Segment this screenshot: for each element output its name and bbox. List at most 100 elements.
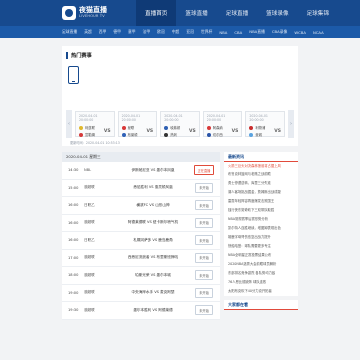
match-time: 18:00 [68, 273, 79, 278]
away-team: 切尔西 [212, 133, 223, 137]
team-logo-icon [164, 132, 169, 137]
match-status-button[interactable]: 未开始 [195, 200, 213, 211]
sidebar: 最新资讯 火箭三巨头对决森林狼谁将占据上风 布鲁克林篮网与老鹰之战前瞻 勇士惨遭逆转… [224, 152, 298, 320]
match-league[interactable]: 澳超联 [84, 220, 118, 225]
team-logo-icon [79, 132, 83, 137]
match-teams[interactable]: 阿德莱德联 VS 纽卡斯尔喷气机 [118, 220, 188, 225]
nav-item-football-highlights[interactable]: 足球集锦 [298, 0, 338, 26]
match-teams[interactable]: 西悉尼流浪者 VS 布里斯班狮吼 [118, 255, 188, 260]
carousel-next-icon[interactable]: › [288, 110, 294, 138]
match-schedule: 2020-04-01 星期三 14:30 NBL 伊斯帕尼亚 VS 墨尔本凤凰 正在直… [62, 152, 220, 320]
subnav-item[interactable]: NCAA [313, 30, 324, 35]
match-teams[interactable]: 横滨FC VS 山形山神 [118, 203, 188, 208]
news-item[interactable]: 凯尔特人连胜继续，塔图姆表现出色 [224, 225, 298, 234]
match-status-button[interactable]: 未开始 [195, 252, 213, 263]
match-league[interactable]: NBL [84, 168, 118, 172]
news-item[interactable]: 火箭三巨头对决森林狼谁将占据上风 [224, 162, 298, 171]
news-item[interactable]: 76人恩比德缺阵 球队连败 [224, 278, 298, 287]
subnav-item[interactable]: NBA [219, 30, 227, 35]
match-teams[interactable]: 珀斯光荣 VS 墨尔本城 [118, 273, 188, 278]
news-item[interactable]: NBA常规赛季后赛形势分析 [224, 216, 298, 225]
subnav-item[interactable]: 足球直播 [62, 29, 77, 35]
match-status-button[interactable]: 未开始 [195, 270, 213, 281]
table-row: 18:00 澳超联 珀斯光荣 VS 墨尔本城 未开始 [62, 267, 220, 285]
match-league[interactable]: 澳超联 [84, 185, 118, 190]
table-row: 17:00 澳超联 西悉尼流浪者 VS 布里斯班狮吼 未开始 [62, 250, 220, 267]
subnav-item[interactable]: 欧冠 [157, 29, 165, 35]
match-teams[interactable]: 中央海岸水手 VS 麦克阿瑟 [118, 290, 188, 295]
news-box: 最新资讯 火箭三巨头对决森林狼谁将占据上风 布鲁克林篮网与老鹰之战前瞻 勇士惨遭逆转… [224, 152, 298, 297]
hot-match-card[interactable]: 2020-04-01 20:00:00 阿森纳 切尔西 VS [202, 111, 243, 137]
hot-matches-title: 热门赛事 [71, 53, 92, 59]
match-status-button[interactable]: 未开始 [195, 287, 213, 298]
match-status-button[interactable]: 正在直播 [193, 165, 215, 176]
news-item[interactable]: 快船哈登：球队需要更多专注 [224, 243, 298, 252]
match-status-button[interactable]: 未开始 [195, 235, 213, 246]
news-item[interactable]: 太阳布克砍下40分力克开拓者 [224, 287, 298, 296]
subnav-item[interactable]: 意甲 [128, 29, 136, 35]
table-row: 19:00 澳超联 中央海岸水手 VS 麦克阿瑟 未开始 [62, 285, 220, 302]
card-time: 2020-04-01 20:00:00 [164, 114, 183, 122]
subnav-item[interactable]: 西甲 [99, 29, 107, 35]
match-time: 16:00 [68, 238, 79, 243]
nav-item-football-live[interactable]: 足球直播 [217, 0, 257, 26]
hot-match-card[interactable]: 2020-04-01 20:00:00 埃弗顿 热刺 VS [160, 111, 200, 137]
hot-match-card[interactable]: 2020-04-01 20:00:00 利兹联 富勒姆 VS [75, 111, 115, 137]
news-item[interactable]: 雷霆年轻阵容再度爆发击败国王 [224, 198, 298, 207]
updated-time: 更新时间：2020-04-01 10:53:13 [70, 141, 120, 145]
subnav-item[interactable]: CBA录像 [272, 29, 287, 35]
team-logo-icon [79, 125, 83, 130]
subnav-item[interactable]: NBA直播 [249, 29, 265, 35]
subnav-item[interactable]: 英超 [84, 29, 92, 35]
hot-match-card[interactable]: 2020-04-01 20:00:00 曼联 布莱顿 VS [117, 111, 158, 137]
news-item[interactable]: 布鲁克林篮网与老鹰之战前瞻 [224, 171, 298, 180]
match-league[interactable]: 日职乙 [84, 238, 118, 243]
match-teams[interactable]: 墨尔本胜利 VS 阿德莱德 [118, 308, 188, 313]
vs-label: VS [189, 128, 196, 134]
news-item[interactable]: NBA全明星正赛投票结果公布 [224, 252, 298, 261]
match-time: 17:00 [68, 255, 79, 260]
match-teams[interactable]: 悉尼胜利 VS 惠灵顿凤凰 [118, 185, 188, 190]
table-row: 16:00 日职乙 札幌冈萨多 VS 鹿岛鹿角 未开始 [62, 232, 220, 250]
subnav-item[interactable]: 中超 [172, 29, 180, 35]
subnav-item[interactable]: WCBA [294, 30, 306, 35]
home-team: 利物浦 [255, 126, 266, 130]
match-status-button[interactable]: 未开始 [195, 217, 213, 228]
news-item[interactable]: 勇士惨遭逆转，库里三分失准 [224, 180, 298, 189]
site-logo[interactable]: 夜猫直播 LIVEHOUR TV [62, 6, 136, 20]
main-nav: 直播首页 篮球直播 足球直播 篮球录像 足球集锦 [136, 0, 338, 26]
logo-subtitle: LIVEHOUR TV [79, 14, 105, 19]
home-team: 埃弗顿 [170, 126, 181, 130]
subnav-item[interactable]: 德甲 [113, 29, 121, 35]
match-league[interactable]: 澳超联 [84, 308, 118, 313]
news-item[interactable]: 湖人客场挑战掘金，詹姆斯出战成疑 [224, 189, 298, 198]
match-time: 14:30 [68, 168, 79, 173]
logo-title: 夜猫直播 [79, 6, 107, 15]
nav-item-home[interactable]: 直播首页 [136, 0, 177, 26]
match-league[interactable]: 澳超联 [84, 290, 118, 295]
nav-item-basketball-live[interactable]: 篮球直播 [176, 0, 216, 26]
news-item[interactable]: 东部排名竞争激烈 各队势均力敌 [224, 269, 298, 278]
team-logo-icon [206, 125, 211, 130]
match-teams[interactable]: 伊斯帕尼亚 VS 墨尔本凤凰 [118, 168, 188, 173]
subnav-item[interactable]: CBA [234, 30, 242, 35]
match-league[interactable]: 澳超联 [84, 273, 118, 278]
news-item[interactable]: 独行侠东契奇砍下三双带队取胜 [224, 207, 298, 216]
news-item[interactable]: 雄鹿字母哥伤愈复出战力提升 [224, 234, 298, 243]
match-league[interactable]: 澳超联 [84, 255, 118, 260]
table-row: 16:00 日职乙 横滨FC VS 山形山神 未开始 [62, 197, 220, 215]
news-item[interactable]: 2020NBA选秀大会前瞻球员解析 [224, 260, 298, 269]
away-team: 布莱顿 [127, 133, 138, 137]
match-teams[interactable]: 札幌冈萨多 VS 鹿岛鹿角 [118, 238, 188, 243]
match-status-button[interactable]: 未开始 [195, 182, 213, 193]
section-marker [66, 52, 68, 59]
subnav-item[interactable]: 法甲 [143, 29, 151, 35]
subnav-item[interactable]: 亚冠 [186, 29, 194, 35]
match-time: 15:00 [68, 185, 79, 190]
schedule-date-heading: 2020-04-01 星期三 [62, 152, 220, 162]
nav-item-basketball-replay[interactable]: 篮球录像 [257, 0, 297, 26]
hot-match-card[interactable]: 2020-04-01 20:00:00 利物浦 曼城 VS [245, 111, 285, 137]
subnav-item[interactable]: 世界杯 [201, 29, 212, 35]
match-league[interactable]: 日职乙 [84, 203, 118, 208]
match-status-button[interactable]: 未开始 [195, 305, 213, 316]
